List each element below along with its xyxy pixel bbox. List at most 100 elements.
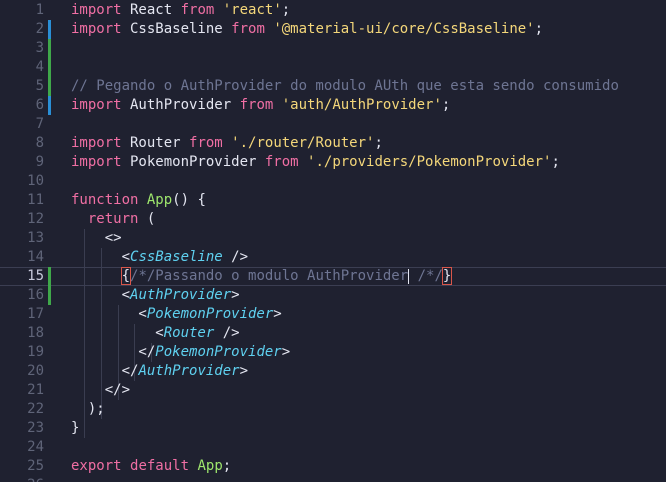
code-text: </PokemonProvider> bbox=[71, 343, 290, 362]
line-number: 24 bbox=[27, 439, 44, 455]
code-token: PokemonProvider bbox=[155, 344, 282, 360]
code-token: AuthProvider bbox=[130, 287, 232, 303]
gutter-added-marker bbox=[48, 39, 51, 58]
code-text: </> bbox=[71, 381, 130, 400]
code-text: <AuthProvider> bbox=[71, 286, 240, 305]
code-line[interactable]: 23} bbox=[0, 419, 666, 438]
matched-brace: { bbox=[120, 267, 132, 285]
code-line[interactable]: 3 bbox=[0, 39, 666, 58]
code-token: 'react' bbox=[222, 2, 282, 18]
code-token: ; bbox=[551, 154, 560, 170]
line-number: 3 bbox=[35, 40, 44, 56]
code-token: from bbox=[264, 154, 299, 170]
code-token: ; bbox=[534, 21, 544, 37]
code-line[interactable]: 7 bbox=[0, 115, 666, 134]
code-token: ( bbox=[138, 211, 156, 227]
code-token: /> bbox=[214, 325, 240, 341]
code-token: ; bbox=[222, 458, 232, 474]
code-token: import bbox=[71, 2, 122, 18]
line-number: 21 bbox=[27, 382, 44, 398]
code-token: > bbox=[273, 306, 282, 322]
code-token: Router bbox=[121, 135, 190, 151]
code-line[interactable]: 15 {/*/Passando o modulo AuthProvider /*… bbox=[0, 267, 666, 286]
code-line[interactable]: 5 // Pegando o AuthProvider do modulo AUt… bbox=[0, 77, 666, 96]
code-token: ; bbox=[374, 135, 383, 151]
code-line[interactable]: 17 <PokemonProvider> bbox=[0, 305, 666, 324]
code-text: <CssBaseline /> bbox=[71, 248, 248, 267]
code-token: from bbox=[231, 21, 265, 37]
code-line[interactable]: 25 export default App; bbox=[0, 457, 666, 476]
line-number: 5 bbox=[35, 78, 44, 94]
code-token: function bbox=[71, 192, 139, 208]
code-token: App bbox=[146, 192, 173, 208]
code-token: React bbox=[121, 2, 181, 18]
code-token: App bbox=[197, 458, 223, 474]
line-number: 2 bbox=[35, 21, 44, 37]
code-token: /> bbox=[222, 249, 249, 265]
code-text: </AuthProvider> bbox=[71, 362, 248, 381]
code-token: PokemonProvider bbox=[121, 154, 265, 170]
gutter-modified-marker bbox=[48, 96, 51, 115]
line-number: 8 bbox=[35, 135, 44, 151]
code-token: ; bbox=[441, 97, 451, 113]
code-text: import AuthProvider from 'auth/AuthProvi… bbox=[71, 96, 450, 115]
code-line[interactable]: 9 import PokemonProvider from './provider… bbox=[0, 153, 666, 172]
code-token: // Pegando o AuthProvider do modulo AUth… bbox=[71, 78, 619, 94]
code-line[interactable]: 22 ); bbox=[0, 400, 666, 419]
code-line[interactable]: 21 </> bbox=[0, 381, 666, 400]
code-text: import CssBaseline from '@material-ui/co… bbox=[71, 20, 543, 39]
code-line[interactable]: 20 </AuthProvider> bbox=[0, 362, 666, 381]
code-line[interactable]: 4 bbox=[0, 58, 666, 77]
line-number: 1 bbox=[35, 2, 44, 18]
line-number: 13 bbox=[27, 230, 44, 246]
code-text: } bbox=[71, 419, 79, 438]
code-token: import bbox=[71, 97, 122, 113]
line-number: 19 bbox=[27, 344, 44, 360]
line-number: 25 bbox=[27, 458, 44, 474]
line-number: 9 bbox=[35, 154, 44, 170]
line-number: 18 bbox=[27, 325, 44, 341]
code-token: CssBaseline bbox=[130, 249, 223, 265]
line-number: 15 bbox=[27, 268, 44, 284]
code-token: < bbox=[71, 249, 131, 265]
code-line[interactable]: 16 <AuthProvider> bbox=[0, 286, 666, 305]
code-token: return bbox=[87, 211, 139, 227]
code-line[interactable]: 10 bbox=[0, 172, 666, 191]
code-token: > bbox=[231, 287, 240, 303]
code-editor[interactable]: 1 import React from 'react'; 2 import CssBa… bbox=[0, 0, 666, 482]
line-number: 11 bbox=[27, 192, 44, 208]
gutter-added-marker bbox=[48, 267, 51, 286]
code-token: import bbox=[71, 135, 122, 151]
code-line[interactable]: 18 <Router /> bbox=[0, 324, 666, 343]
code-line[interactable]: 8 import Router from './router/Router'; bbox=[0, 134, 666, 153]
code-line[interactable]: 1 import React from 'react'; bbox=[0, 1, 666, 20]
code-line[interactable]: 12 return ( bbox=[0, 210, 666, 229]
code-line[interactable]: 2 import CssBaseline from '@material-ui/c… bbox=[0, 20, 666, 39]
code-token: < bbox=[71, 306, 147, 322]
code-token: 'auth/AuthProvider' bbox=[281, 97, 442, 113]
line-number: 23 bbox=[27, 420, 44, 436]
line-number: 26 bbox=[0, 476, 44, 482]
code-line[interactable]: 19 </PokemonProvider> bbox=[0, 343, 666, 362]
code-line[interactable]: 24 bbox=[0, 438, 666, 457]
code-token: import bbox=[71, 21, 122, 37]
code-token: AuthProvider bbox=[138, 363, 240, 379]
code-line[interactable]: 13 <> bbox=[0, 229, 666, 248]
code-line[interactable]: 6 import AuthProvider from 'auth/AuthProv… bbox=[0, 96, 666, 115]
code-token: </ bbox=[71, 363, 139, 379]
code-text: export default App; bbox=[71, 457, 231, 476]
code-token: < bbox=[71, 325, 164, 341]
code-text: import PokemonProvider from './providers… bbox=[71, 153, 560, 172]
code-text: {/*/Passando o modulo AuthProvider /*/} bbox=[71, 267, 453, 285]
code-line[interactable]: 26 bbox=[0, 476, 666, 482]
code-line[interactable]: 11 function App() { bbox=[0, 191, 666, 210]
code-line[interactable]: 14 <CssBaseline /> bbox=[0, 248, 666, 267]
code-token: ); bbox=[71, 401, 105, 417]
code-token: /*/Passando o modulo AuthProvider bbox=[130, 268, 409, 284]
